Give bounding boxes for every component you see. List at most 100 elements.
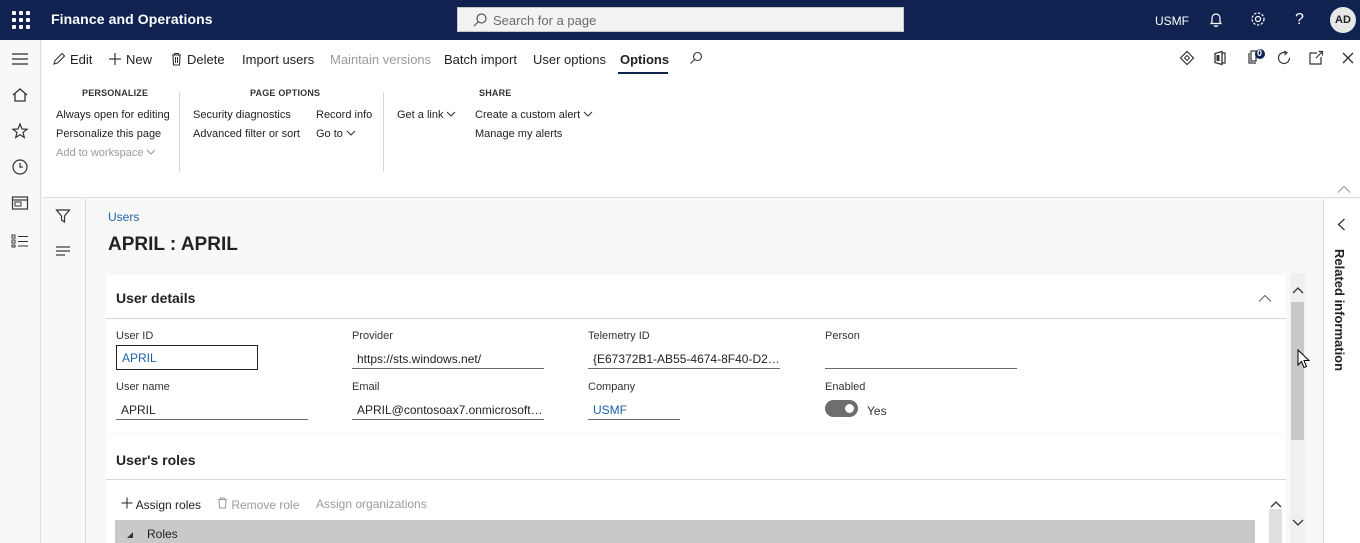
section-divider: [106, 479, 1286, 480]
telemetry-id-field[interactable]: {E67372B1-AB55-4674-8F40-D2…: [588, 348, 780, 369]
avatar[interactable]: AD: [1330, 7, 1356, 33]
favorites-star-icon[interactable]: [11, 122, 29, 143]
assign-roles-button[interactable]: Assign roles: [121, 497, 201, 512]
create-custom-alert-label: Create a custom alert: [475, 109, 581, 121]
related-information-label: Related information: [1332, 249, 1347, 372]
user-roles-header[interactable]: User's roles: [116, 452, 196, 468]
batch-import-button[interactable]: Batch import: [444, 52, 517, 67]
assign-organizations-button[interactable]: Assign organizations: [316, 497, 427, 511]
bell-icon[interactable]: [1207, 10, 1225, 31]
main-content: Users APRIL : APRIL User details User ID…: [87, 199, 1323, 543]
user-id-label: User ID: [116, 330, 154, 342]
new-button[interactable]: New: [108, 52, 152, 69]
chevron-down-icon: [346, 130, 356, 136]
chevron-up-icon[interactable]: [1258, 292, 1272, 306]
plus-icon: [121, 497, 133, 512]
company-field[interactable]: USMF: [588, 399, 680, 420]
filter-pane: [42, 199, 86, 543]
pencil-icon: [52, 52, 66, 69]
scroll-down-icon[interactable]: [1292, 516, 1304, 530]
personalize-group-title: PERSONALIZE: [82, 88, 149, 98]
filter-icon[interactable]: [55, 208, 71, 227]
person-field[interactable]: [825, 348, 1017, 369]
options-ribbon: PERSONALIZE Always open for editing Pers…: [42, 80, 1360, 198]
left-navigation: [0, 40, 41, 543]
workspaces-icon[interactable]: [11, 195, 29, 214]
collapse-triangle-icon[interactable]: [126, 528, 134, 542]
attachments-icon[interactable]: 0: [1245, 47, 1267, 70]
page-title: APRIL : APRIL: [108, 234, 238, 255]
user-name-field[interactable]: APRIL: [116, 399, 308, 420]
get-a-link-label: Get a link: [397, 109, 444, 121]
open-new-window-icon[interactable]: [1308, 50, 1324, 69]
grid-scrollbar[interactable]: [1269, 509, 1282, 543]
plus-icon: [108, 52, 122, 69]
action-pane: Edit New Delete Import users Maintain ve…: [42, 40, 1360, 80]
security-diagnostics-button[interactable]: Security diagnostics: [193, 109, 291, 121]
add-to-workspace-button[interactable]: Add to workspace: [56, 147, 156, 159]
attachments-badge: 0: [1257, 48, 1263, 58]
chevron-down-icon: [583, 111, 593, 117]
related-information-pane[interactable]: Related information: [1323, 199, 1360, 543]
personalize-this-page-button[interactable]: Personalize this page: [56, 128, 161, 140]
gear-icon[interactable]: [1249, 10, 1267, 31]
remove-role-button[interactable]: Remove role: [217, 497, 299, 512]
person-label: Person: [825, 330, 860, 342]
diamond-icon[interactable]: [1179, 50, 1195, 69]
import-users-button[interactable]: Import users: [242, 52, 314, 67]
user-details-header[interactable]: User details: [116, 290, 195, 306]
chevron-down-icon: [147, 149, 156, 155]
provider-label: Provider: [352, 330, 393, 342]
enabled-label: Enabled: [825, 381, 866, 393]
user-id-field[interactable]: APRIL: [116, 345, 258, 370]
modules-list-icon[interactable]: [11, 233, 29, 252]
refresh-icon[interactable]: [1276, 50, 1292, 69]
mouse-cursor-icon: [1297, 348, 1311, 372]
hamburger-menu-icon[interactable]: [11, 52, 29, 69]
email-field[interactable]: APRIL@contosoax7.onmicrosoft…: [352, 399, 544, 420]
office-icon[interactable]: [1212, 50, 1228, 69]
edit-label: Edit: [70, 52, 93, 67]
share-group-title: SHARE: [479, 88, 512, 98]
app-launcher-icon[interactable]: [12, 11, 30, 29]
manage-my-alerts-button[interactable]: Manage my alerts: [475, 128, 562, 140]
search-actions-icon[interactable]: [689, 51, 703, 68]
home-icon[interactable]: [11, 86, 29, 107]
advanced-filter-button[interactable]: Advanced filter or sort: [193, 128, 300, 140]
get-a-link-button[interactable]: Get a link: [397, 109, 456, 121]
user-options-tab[interactable]: User options: [533, 52, 606, 67]
user-roles-section: User's roles Assign roles Remove role As…: [106, 434, 1286, 543]
svg-text:?: ?: [1295, 11, 1304, 28]
always-open-for-editing-button[interactable]: Always open for editing: [56, 109, 170, 121]
company-picker[interactable]: USMF: [1155, 14, 1189, 28]
enabled-value: Yes: [867, 404, 887, 418]
options-tab[interactable]: Options: [620, 52, 669, 67]
chevron-left-icon[interactable]: [1337, 218, 1346, 234]
edit-button[interactable]: Edit: [52, 52, 92, 69]
roles-grid-header: Roles: [115, 520, 1255, 543]
roles-column-header[interactable]: Roles: [147, 527, 178, 541]
ribbon-separator: [383, 92, 384, 172]
delete-button[interactable]: Delete: [170, 52, 225, 69]
close-icon[interactable]: [1341, 51, 1355, 68]
go-to-button[interactable]: Go to: [316, 128, 356, 140]
list-view-icon[interactable]: [55, 245, 71, 260]
enabled-toggle[interactable]: [825, 400, 858, 417]
help-icon[interactable]: ?: [1292, 9, 1308, 32]
create-custom-alert-button[interactable]: Create a custom alert: [475, 109, 593, 121]
search-placeholder: Search for a page: [493, 13, 597, 28]
scroll-up-icon[interactable]: [1292, 283, 1304, 297]
user-details-section: User details User ID APRIL Provider http…: [106, 275, 1286, 433]
user-name-label: User name: [116, 381, 170, 393]
record-info-button[interactable]: Record info: [316, 109, 372, 121]
provider-field[interactable]: https://sts.windows.net/: [352, 348, 544, 369]
maintain-versions-button[interactable]: Maintain versions: [330, 52, 431, 67]
ribbon-separator: [179, 92, 180, 172]
app-title[interactable]: Finance and Operations: [51, 11, 213, 27]
search-input[interactable]: Search for a page: [457, 7, 904, 32]
recent-clock-icon[interactable]: [11, 158, 29, 179]
chevron-down-icon: [447, 111, 456, 117]
section-divider: [106, 318, 1286, 319]
breadcrumb[interactable]: Users: [108, 210, 139, 224]
collapse-ribbon-icon[interactable]: [1337, 183, 1351, 197]
